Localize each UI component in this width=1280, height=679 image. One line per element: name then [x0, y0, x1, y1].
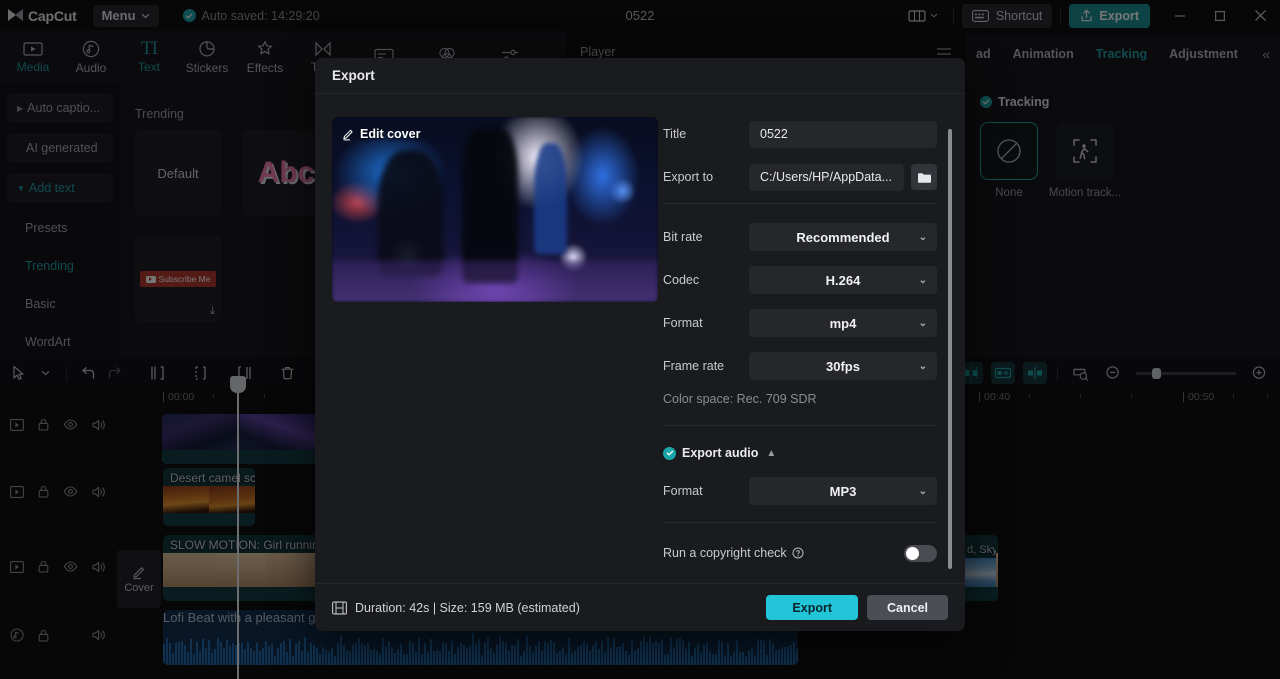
codec-select[interactable]: H.264 ⌄ [749, 266, 937, 294]
framerate-select[interactable]: 30fps ⌄ [749, 352, 937, 380]
export-dialog-header: Export [315, 58, 965, 94]
bitrate-value: Recommended [796, 229, 890, 245]
audio-format-label: Format [663, 484, 703, 498]
folder-icon [917, 172, 931, 183]
codec-label: Codec [663, 273, 700, 287]
export-audio-label: Export audio [682, 446, 759, 460]
colorspace-text: Color space: Rec. 709 SDR [663, 392, 817, 406]
toggle-knob [906, 546, 919, 560]
capcut-app-window: CapCut Menu Auto saved: 14:29:20 0522 [0, 0, 1280, 679]
export-dialog-title: Export [332, 68, 375, 83]
export-settings: Title 0522 Export to C:/Users/HP/AppData… [663, 117, 965, 583]
divider [663, 425, 937, 426]
export-dialog: Export Edit cover Title 0522 Export to C… [315, 58, 965, 631]
framerate-value: 30fps [826, 358, 860, 374]
format-select[interactable]: mp4 ⌄ [749, 309, 937, 337]
copyright-check-toggle[interactable] [904, 544, 937, 562]
bitrate-row: Bit rate Recommended ⌄ [663, 220, 937, 254]
copyright-check-row: Run a copyright check [663, 539, 937, 567]
chevron-up-icon[interactable]: ▲ [766, 448, 776, 459]
chevron-down-icon: ⌄ [918, 317, 927, 329]
audio-format-select[interactable]: MP3 ⌄ [749, 477, 937, 505]
export-dialog-footer: Duration: 42s | Size: 159 MB (estimated)… [315, 583, 965, 631]
browse-folder-button[interactable] [911, 164, 937, 190]
audio-format-row: Format MP3 ⌄ [663, 474, 937, 508]
copyright-check-label: Run a copyright check [663, 546, 787, 560]
export-summary: Duration: 42s | Size: 159 MB (estimated) [332, 601, 580, 615]
format-label: Format [663, 316, 703, 330]
dialog-cancel-button[interactable]: Cancel [867, 595, 948, 620]
export-to-label: Export to [663, 170, 714, 184]
cover-section: Edit cover [315, 117, 663, 583]
footer-buttons: Export Cancel [766, 595, 948, 620]
codec-row: Codec H.264 ⌄ [663, 263, 937, 297]
export-audio-header: Export audio ▲ [663, 446, 937, 460]
audio-format-value: MP3 [829, 483, 857, 499]
pencil-icon [343, 129, 353, 140]
edit-cover-button[interactable]: Edit cover [342, 127, 420, 141]
dialog-export-button[interactable]: Export [766, 595, 858, 620]
framerate-row: Frame rate 30fps ⌄ [663, 349, 937, 383]
info-icon[interactable] [792, 547, 804, 559]
title-row: Title 0522 [663, 117, 937, 151]
format-value: mp4 [829, 315, 857, 331]
bitrate-label: Bit rate [663, 230, 703, 244]
framerate-label: Frame rate [663, 359, 725, 373]
export-dialog-body: Edit cover Title 0522 Export to C:/Users… [315, 94, 965, 583]
chevron-down-icon: ⌄ [918, 274, 927, 286]
divider [663, 203, 937, 204]
chevron-down-icon: ⌄ [918, 485, 927, 497]
title-input[interactable]: 0522 [749, 120, 937, 148]
edit-cover-label: Edit cover [360, 127, 421, 141]
export-path-input[interactable]: C:/Users/HP/AppData... [749, 163, 904, 191]
export-audio-checkbox[interactable] [663, 446, 676, 460]
copyright-check-label-wrap: Run a copyright check [663, 546, 904, 560]
dialog-scrollbar[interactable] [948, 129, 952, 569]
film-icon [332, 601, 347, 614]
chevron-down-icon: ⌄ [918, 360, 927, 372]
cover-preview[interactable]: Edit cover [332, 117, 658, 302]
codec-value: H.264 [825, 272, 861, 288]
title-label: Title [663, 127, 687, 141]
bitrate-select[interactable]: Recommended ⌄ [749, 223, 937, 251]
export-summary-text: Duration: 42s | Size: 159 MB (estimated) [355, 600, 580, 615]
divider [663, 522, 937, 523]
format-row: Format mp4 ⌄ [663, 306, 937, 340]
export-to-row: Export to C:/Users/HP/AppData... [663, 160, 937, 194]
chevron-down-icon: ⌄ [918, 231, 927, 243]
